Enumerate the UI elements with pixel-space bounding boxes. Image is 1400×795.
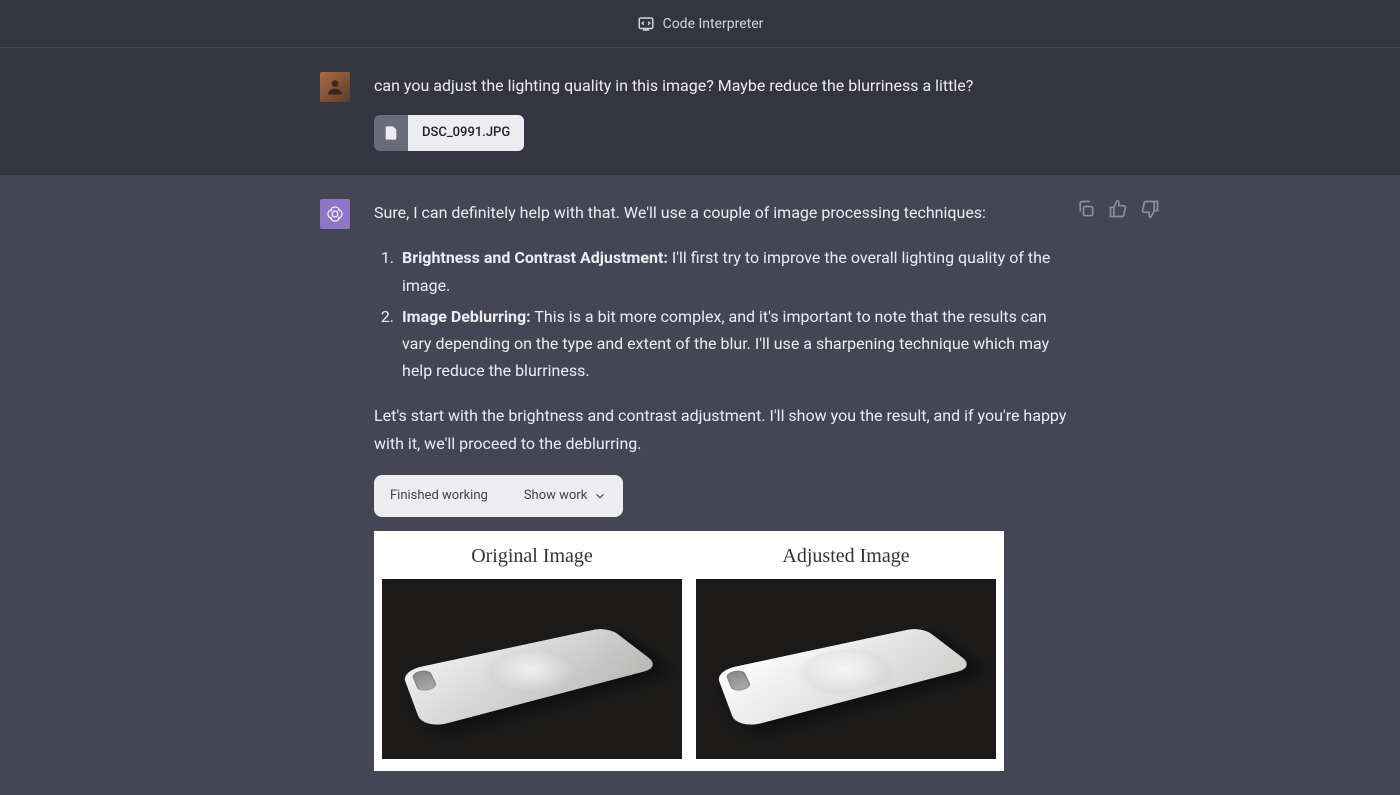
adjusted-image-col: Adjusted Image — [696, 539, 996, 759]
header-title: Code Interpreter — [663, 16, 764, 32]
code-interpreter-icon — [637, 15, 655, 33]
step-1: Brightness and Contrast Adjustment: I'll… — [398, 244, 1080, 298]
assistant-intro: Sure, I can definitely help with that. W… — [374, 199, 1080, 226]
header: Code Interpreter — [0, 0, 1400, 48]
user-text: can you adjust the lighting quality in t… — [374, 72, 1080, 99]
copy-button[interactable] — [1076, 199, 1096, 219]
working-status-pill[interactable]: Finished working Show work — [374, 475, 623, 517]
thumbs-up-button[interactable] — [1108, 199, 1128, 219]
show-work-button[interactable]: Show work — [524, 485, 607, 507]
assistant-outro: Let's start with the brightness and cont… — [374, 402, 1080, 456]
assistant-message: Sure, I can definitely help with that. W… — [0, 175, 1400, 795]
step-1-title: Brightness and Contrast Adjustment: — [402, 248, 668, 267]
thumbs-down-button[interactable] — [1140, 199, 1160, 219]
user-message-content: can you adjust the lighting quality in t… — [374, 72, 1080, 151]
user-avatar — [320, 72, 350, 102]
file-icon — [374, 115, 408, 151]
original-title: Original Image — [471, 539, 593, 573]
original-image-col: Original Image — [382, 539, 682, 759]
original-image — [382, 579, 682, 759]
assistant-message-content: Sure, I can definitely help with that. W… — [374, 199, 1080, 771]
result-images: Original Image Adjusted Image — [374, 531, 1004, 771]
adjusted-image — [696, 579, 996, 759]
file-name: DSC_0991.JPG — [408, 115, 524, 151]
step-2: Image Deblurring: This is a bit more com… — [398, 303, 1080, 385]
file-attachment[interactable]: DSC_0991.JPG — [374, 115, 524, 151]
user-message: can you adjust the lighting quality in t… — [0, 48, 1400, 175]
steps-list: Brightness and Contrast Adjustment: I'll… — [374, 244, 1080, 384]
adjusted-title: Adjusted Image — [782, 539, 909, 573]
chevron-down-icon — [593, 489, 607, 503]
assistant-avatar — [320, 199, 350, 229]
step-2-title: Image Deblurring: — [402, 307, 531, 326]
working-status-text: Finished working — [390, 485, 488, 507]
show-work-label: Show work — [524, 485, 587, 507]
feedback-buttons — [1076, 199, 1160, 219]
messages-area: can you adjust the lighting quality in t… — [0, 48, 1400, 795]
